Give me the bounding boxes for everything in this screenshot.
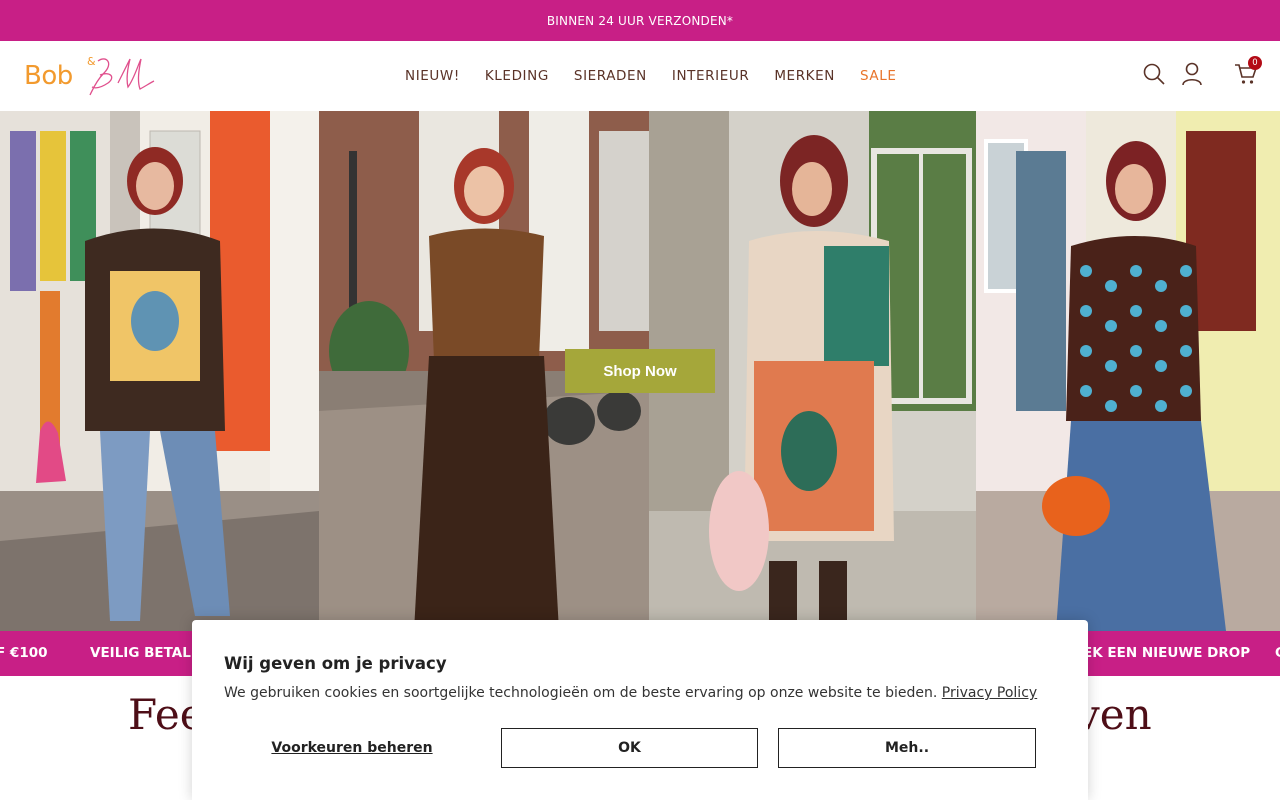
- accept-cookies-button[interactable]: OK: [501, 728, 758, 768]
- nav-item-nieuw[interactable]: NIEUW!: [405, 68, 460, 84]
- shop-now-button[interactable]: Shop Now: [565, 349, 715, 393]
- marquee-item: C: [1275, 645, 1280, 661]
- cart-count-badge: 0: [1248, 56, 1262, 70]
- nav-item-kleding[interactable]: KLEDING: [485, 68, 549, 84]
- cookie-title: Wij geven om je privacy: [224, 654, 447, 673]
- nav-item-sale[interactable]: SALE: [860, 68, 897, 84]
- cart-icon[interactable]: 0: [1234, 56, 1262, 90]
- logo-text: Bob: [24, 61, 73, 91]
- main-nav: NIEUW! KLEDING SIERADEN INTERIEUR MERKEN…: [405, 41, 896, 111]
- manage-preferences-button[interactable]: Voorkeuren beheren: [224, 728, 480, 768]
- hero-banner[interactable]: Shop Now: [0, 111, 1280, 631]
- nav-item-merken[interactable]: MERKEN: [774, 68, 835, 84]
- cookie-consent-dialog: Wij geven om je privacy We gebruiken coo…: [192, 620, 1088, 800]
- announcement-bar: BINNEN 24 UUR VERZONDEN*: [0, 0, 1280, 41]
- marquee-item: F €100: [0, 645, 48, 661]
- nav-item-interieur[interactable]: INTERIEUR: [672, 68, 749, 84]
- decline-cookies-button[interactable]: Meh..: [778, 728, 1036, 768]
- privacy-policy-link[interactable]: Privacy Policy: [942, 685, 1037, 701]
- hero-photo-1: [0, 111, 319, 631]
- announcement-text: BINNEN 24 UUR VERZONDEN*: [546, 13, 734, 28]
- marquee-item: EK EEN NIEUWE DROP: [1083, 645, 1251, 661]
- site-header: Bob & NIEUW! KLEDING SIERADEN INTERIEUR …: [0, 41, 1280, 111]
- account-icon[interactable]: [1180, 61, 1204, 91]
- cookie-description: We gebruiken cookies en soortgelijke tec…: [224, 685, 1037, 701]
- hero-photo-4: [976, 111, 1280, 631]
- search-icon[interactable]: [1142, 62, 1166, 90]
- cookie-text: We gebruiken cookies en soortgelijke tec…: [224, 685, 938, 701]
- logo-script-icon: [89, 58, 155, 96]
- nav-item-sieraden[interactable]: SIERADEN: [574, 68, 647, 84]
- logo[interactable]: Bob &: [24, 53, 156, 99]
